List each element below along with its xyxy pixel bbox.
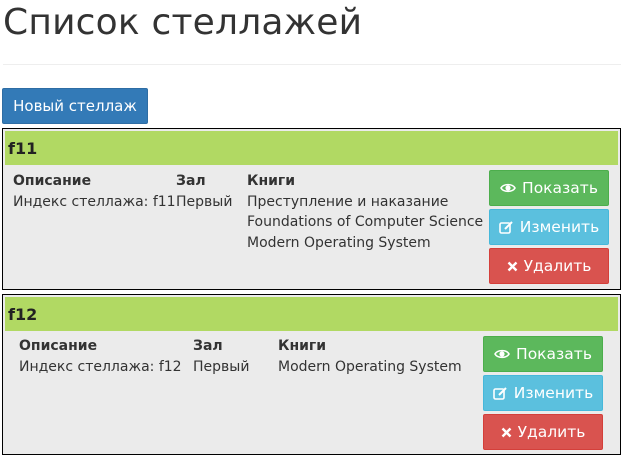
hall-column: Зал Первый [176,171,232,212]
description-column: Описание Индекс стеллажа: f11 [13,171,176,212]
edit-icon [492,386,507,400]
title-divider [3,64,621,65]
rack-card: f11 Описание Индекс стеллажа: f11 Зал Пе… [2,128,621,290]
edit-button-label: Изменить [513,384,594,402]
description-label: Описание [19,338,98,354]
description-label: Описание [13,173,92,189]
edit-icon [498,220,513,234]
rack-name: f12 [8,305,38,324]
books-column: Книги Преступление и наказание Foundatio… [247,171,483,253]
page-title: Список стеллажей [3,2,363,43]
rack-header: f12 [5,297,618,331]
rack-header: f11 [5,131,618,165]
book-item: Преступление и наказание [247,193,449,210]
hall-value: Первый [176,193,233,210]
show-button-label: Показать [522,179,598,197]
description-value: Индекс стеллажа: f11 [13,193,176,210]
delete-button-label: Удалить [523,257,592,275]
hall-label: Зал [176,173,206,189]
books-label: Книги [278,338,327,354]
eye-icon [494,349,510,359]
eye-icon [500,183,516,193]
books-label: Книги [247,173,296,189]
book-item: Modern Operating System [278,358,462,375]
close-icon [501,427,511,437]
show-button[interactable]: Показать [483,336,603,372]
new-rack-button[interactable]: Новый стеллаж [2,88,148,124]
book-item: Foundations of Computer Science [247,214,484,230]
delete-button[interactable]: Удалить [483,414,603,450]
rack-card: f12 Описание Индекс стеллажа: f12 Зал Пе… [2,294,621,455]
description-column: Описание Индекс стеллажа: f12 [19,336,182,377]
hall-label: Зал [193,338,223,354]
close-icon [507,261,517,271]
edit-button[interactable]: Изменить [489,209,609,245]
books-column: Книги Modern Operating System [278,336,462,377]
hall-column: Зал Первый [193,336,249,377]
edit-button-label: Изменить [519,218,600,236]
book-item: Modern Operating System [247,234,431,251]
show-button[interactable]: Показать [489,170,609,206]
hall-value: Первый [193,358,250,375]
delete-button[interactable]: Удалить [489,248,609,284]
edit-button[interactable]: Изменить [483,375,603,411]
show-button-label: Показать [516,345,592,363]
description-value: Индекс стеллажа: f12 [19,358,182,375]
delete-button-label: Удалить [517,423,586,441]
rack-name: f11 [8,139,38,158]
